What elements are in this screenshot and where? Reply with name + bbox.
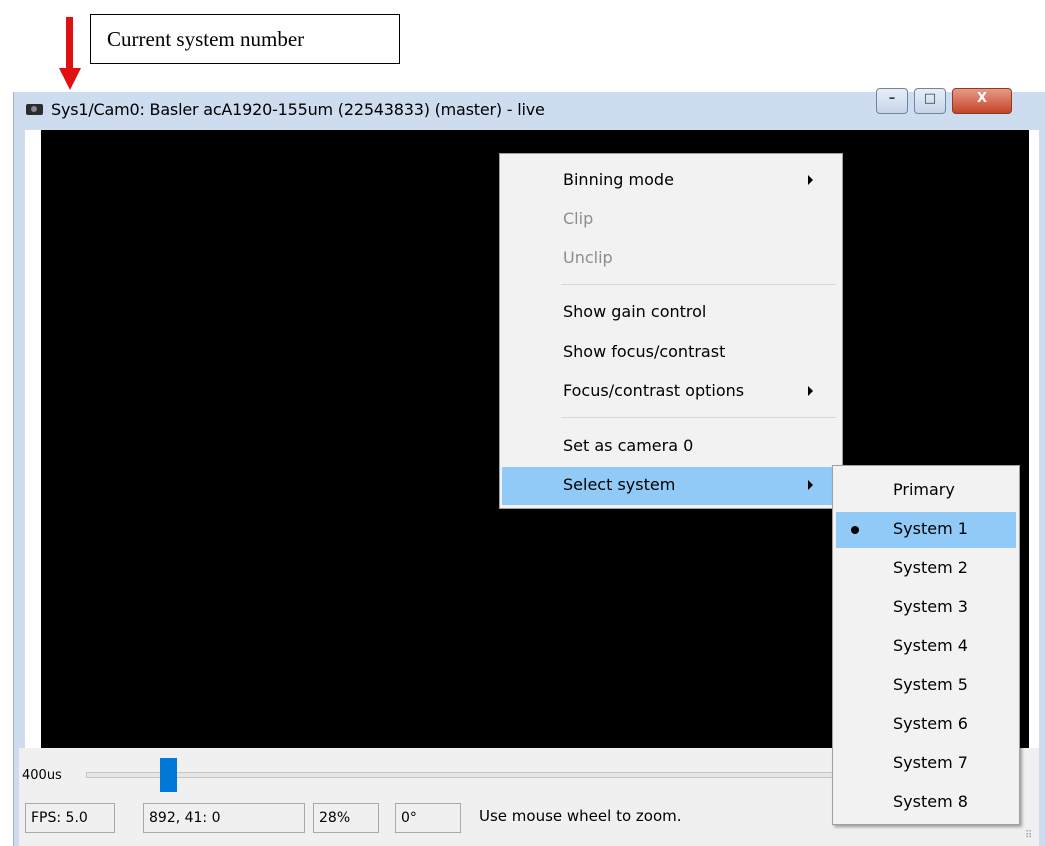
submenu-item-system-7[interactable]: System 7	[836, 746, 1016, 782]
menu-item-select-system[interactable]: Select system	[502, 467, 840, 505]
submenu-item-label: System 1	[893, 519, 968, 538]
menu-item-label: Select system	[563, 475, 676, 494]
submenu-item-label: Primary	[893, 480, 955, 499]
menu-item-label: Binning mode	[563, 170, 674, 189]
submenu-item-label: System 4	[893, 636, 968, 655]
submenu-arrow-icon	[808, 175, 813, 185]
maximize-button[interactable]: □	[914, 88, 946, 114]
close-icon: X	[976, 91, 988, 106]
submenu-item-system-4[interactable]: System 4	[836, 629, 1016, 665]
menu-item-label: Unclip	[563, 248, 613, 267]
menu-item-show-focus-contrast[interactable]: Show focus/contrast	[502, 334, 840, 372]
submenu-item-label: System 3	[893, 597, 968, 616]
submenu-item-primary[interactable]: Primary	[836, 473, 1016, 509]
status-message: Use mouse wheel to zoom.	[479, 807, 682, 825]
menu-item-focus-contrast-options[interactable]: Focus/contrast options	[502, 373, 840, 411]
submenu-item-system-8[interactable]: System 8	[836, 785, 1016, 821]
pixel-readout-field: 892, 41: 0	[143, 803, 305, 833]
exposure-slider-track[interactable]	[86, 772, 833, 778]
submenu-item-label: System 7	[893, 753, 968, 772]
menu-item-binning-mode[interactable]: Binning mode	[502, 162, 840, 200]
exposure-label: 400us	[22, 768, 62, 783]
menu-separator	[561, 417, 836, 418]
submenu-item-system-5[interactable]: System 5	[836, 668, 1016, 704]
menu-item-label: Show gain control	[563, 302, 707, 321]
radio-selected-icon	[851, 526, 859, 534]
submenu-item-label: System 2	[893, 558, 968, 577]
maximize-icon: □	[923, 91, 937, 106]
annotation-arrow-down-icon	[59, 68, 81, 90]
window-title: Sys1/Cam0: Basler acA1920-155um (2254383…	[51, 100, 545, 119]
submenu-item-system-6[interactable]: System 6	[836, 707, 1016, 743]
annotation-callout-box: Current system number	[90, 14, 400, 64]
select-system-submenu: Primary System 1 System 2 System 3 Syste…	[832, 465, 1020, 825]
submenu-arrow-icon	[808, 386, 813, 396]
menu-item-label: Clip	[563, 209, 594, 228]
fps-field: FPS: 5.0	[25, 803, 115, 833]
annotation-label: Current system number	[107, 27, 305, 51]
annotation-arrow-shaft	[66, 17, 73, 69]
menu-item-label: Set as camera 0	[563, 436, 694, 455]
minimize-button[interactable]: –	[876, 88, 908, 114]
submenu-item-label: System 5	[893, 675, 968, 694]
camera-icon	[26, 104, 43, 115]
menu-item-clip[interactable]: Clip	[502, 201, 840, 239]
exposure-slider-thumb[interactable]	[160, 758, 177, 792]
menu-item-set-as-camera-0[interactable]: Set as camera 0	[502, 428, 840, 466]
submenu-item-label: System 8	[893, 792, 968, 811]
resize-grip-icon[interactable]: ⠿	[1025, 830, 1039, 844]
menu-separator	[561, 284, 836, 285]
submenu-arrow-icon	[808, 480, 813, 490]
zoom-field: 28%	[313, 803, 379, 833]
submenu-item-system-1[interactable]: System 1	[836, 512, 1016, 548]
menu-item-label: Focus/contrast options	[563, 381, 745, 400]
submenu-item-label: System 6	[893, 714, 968, 733]
context-menu: Binning mode Clip Unclip Show gain contr…	[499, 153, 843, 509]
submenu-item-system-3[interactable]: System 3	[836, 590, 1016, 626]
minimize-icon: –	[888, 91, 896, 106]
menu-item-unclip[interactable]: Unclip	[502, 240, 840, 278]
menu-item-show-gain-control[interactable]: Show gain control	[502, 294, 840, 332]
close-button[interactable]: X	[952, 88, 1012, 114]
submenu-item-system-2[interactable]: System 2	[836, 551, 1016, 587]
menu-item-label: Show focus/contrast	[563, 342, 726, 361]
title-bar[interactable]: Sys1/Cam0: Basler acA1920-155um (2254383…	[14, 88, 1045, 130]
rotation-field: 0°	[395, 803, 461, 833]
